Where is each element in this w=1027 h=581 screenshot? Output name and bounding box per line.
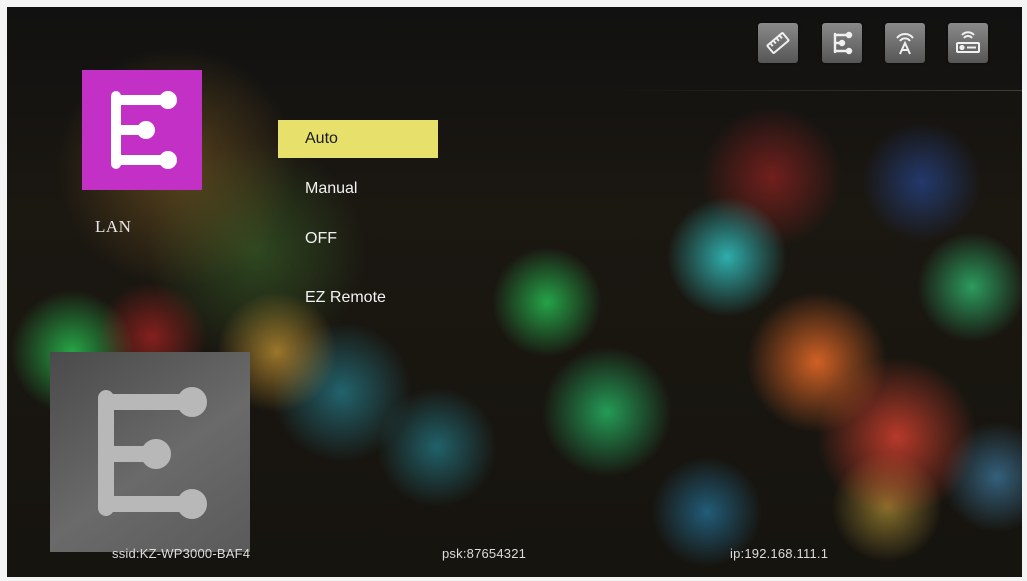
- ssid-text: ssid:KZ-WP3000-BAF4: [112, 546, 251, 561]
- ip-text: ip:192.168.111.1: [730, 546, 829, 561]
- lan-app-tile[interactable]: [82, 70, 202, 190]
- ez-cast-logo-icon: [98, 387, 207, 519]
- router-icon[interactable]: [948, 23, 988, 63]
- menu-item-ez-remote[interactable]: EZ Remote: [278, 279, 438, 317]
- ez-cast-logo-icon: [111, 91, 177, 169]
- network-icon[interactable]: [758, 23, 798, 63]
- preview-tile: [50, 352, 250, 552]
- tv-screen: LAN Auto Manual OFF EZ Remote ssid:KZ-WP…: [7, 7, 1022, 577]
- app-label: LAN: [95, 217, 132, 236]
- psk-text: psk:87654321: [442, 546, 527, 561]
- menu-item-manual[interactable]: Manual: [278, 170, 438, 208]
- wifi-antenna-icon[interactable]: [885, 23, 925, 63]
- menu-item-off[interactable]: OFF: [278, 220, 438, 258]
- menu-item-auto[interactable]: Auto: [278, 120, 438, 158]
- ez-cast-mode-icon[interactable]: [822, 23, 862, 63]
- header-divider: [607, 90, 1022, 91]
